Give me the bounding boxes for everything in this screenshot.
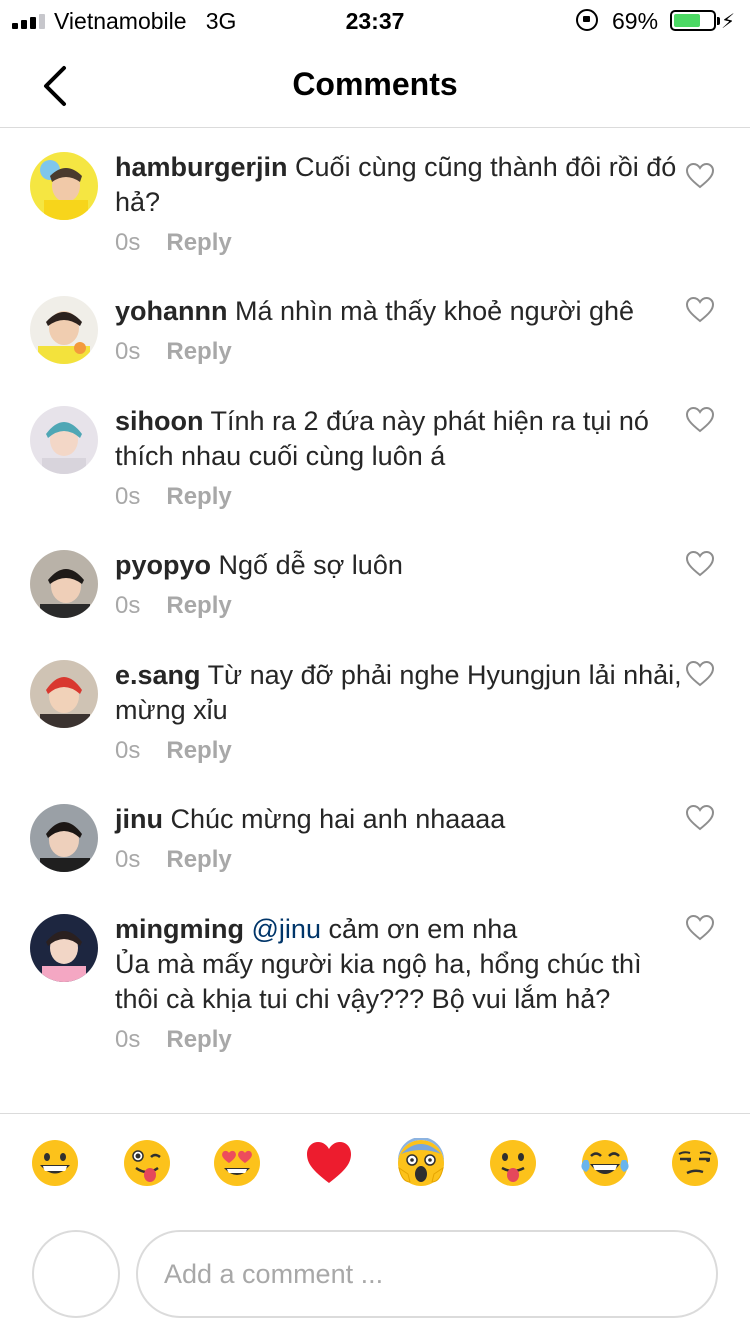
comment-time: 0s: [115, 483, 141, 510]
comment-username[interactable]: e.sang: [115, 660, 201, 690]
red-heart-emoji[interactable]: [304, 1138, 354, 1188]
divider: [0, 1113, 750, 1114]
tears-of-joy-face-emoji[interactable]: [580, 1138, 630, 1188]
composer-avatar: [32, 1230, 120, 1318]
reply-button[interactable]: Reply: [166, 338, 231, 365]
battery-icon: [670, 10, 720, 31]
heart-eyes-face-emoji[interactable]: [212, 1138, 262, 1188]
navigation-header: Comments: [0, 44, 750, 128]
comment-time: 0s: [115, 1026, 141, 1053]
comment-meta: 0s Reply: [115, 1025, 685, 1055]
unamused-face-emoji[interactable]: [670, 1138, 720, 1188]
comment-text: hamburgerjin Cuối cùng cũng thành đôi rồ…: [115, 150, 685, 258]
reply-button[interactable]: Reply: [166, 737, 231, 764]
comment-message: Má nhìn mà thấy khoẻ người ghê: [235, 296, 635, 326]
charging-bolt-icon: ⚡: [721, 11, 736, 33]
comment-text: sihoon Tính ra 2 đứa này phát hiện ra tụ…: [115, 404, 685, 512]
comment-text: yohannn Má nhìn mà thấy khoẻ người ghê 0…: [115, 294, 685, 367]
comment-meta: 0s Reply: [115, 845, 685, 875]
comment-meta: 0s Reply: [115, 736, 685, 766]
screaming-face-emoji[interactable]: [396, 1138, 446, 1188]
comment-meta: 0s Reply: [115, 337, 685, 367]
winking-tongue-face-emoji[interactable]: [122, 1138, 172, 1188]
status-bar: Vietnamobile 3G 23:37 69% ⚡: [0, 0, 750, 40]
reply-button[interactable]: Reply: [166, 483, 231, 510]
heart-icon[interactable]: [686, 407, 714, 433]
comment-username[interactable]: sihoon: [115, 406, 204, 436]
comment-time: 0s: [115, 338, 141, 365]
reply-button[interactable]: Reply: [166, 1026, 231, 1053]
reply-button[interactable]: Reply: [166, 846, 231, 873]
page-title: Comments: [292, 66, 458, 102]
comment-meta: 0s Reply: [115, 482, 685, 512]
heart-icon[interactable]: [686, 163, 714, 189]
battery-percent: 69%: [612, 8, 659, 34]
heart-icon[interactable]: [686, 297, 714, 323]
avatar[interactable]: [30, 914, 98, 982]
heart-icon[interactable]: [686, 915, 714, 941]
comment-meta: 0s Reply: [115, 591, 685, 621]
avatar[interactable]: [30, 152, 98, 220]
comment-message: cảm ơn em nha: [328, 914, 518, 944]
comment-username[interactable]: pyopyo: [115, 550, 211, 580]
comment-text: e.sang Từ nay đỡ phải nghe Hyungjun lải …: [115, 658, 685, 766]
comment-username[interactable]: mingming: [115, 914, 244, 944]
reply-button[interactable]: Reply: [166, 229, 231, 256]
comment-time: 0s: [115, 229, 141, 256]
comment-time: 0s: [115, 592, 141, 619]
comment-message: Ngố dễ sợ luôn: [218, 550, 403, 580]
avatar[interactable]: [30, 660, 98, 728]
heart-icon[interactable]: [686, 805, 714, 831]
heart-icon[interactable]: [686, 551, 714, 577]
comment-text: jinu Chúc mừng hai anh nhaaaa 0s Reply: [115, 802, 685, 875]
mention-link[interactable]: @jinu: [252, 914, 321, 944]
comment-meta: 0s Reply: [115, 228, 685, 258]
avatar[interactable]: [30, 550, 98, 618]
heart-icon[interactable]: [686, 661, 714, 687]
comment-time: 0s: [115, 846, 141, 873]
comment-message-line-2: Ủa mà mấy người kia ngộ ha, hổng chúc th…: [115, 949, 642, 1014]
add-comment-input[interactable]: [136, 1230, 718, 1318]
comment-text: pyopyo Ngố dễ sợ luôn 0s Reply: [115, 548, 685, 621]
comment-username[interactable]: hamburgerjin: [115, 152, 288, 182]
comment-text: mingming @jinu cảm ơn em nha Ủa mà mấy n…: [115, 912, 685, 1055]
avatar[interactable]: [30, 804, 98, 872]
comment-username[interactable]: yohannn: [115, 296, 228, 326]
avatar[interactable]: [30, 296, 98, 364]
avatar[interactable]: [30, 406, 98, 474]
comment-time: 0s: [115, 737, 141, 764]
rotation-lock-icon: [576, 9, 598, 31]
emoji-quick-bar: [0, 1138, 750, 1200]
grinning-face-emoji[interactable]: [30, 1138, 80, 1188]
tongue-out-face-emoji[interactable]: [488, 1138, 538, 1188]
comment-username[interactable]: jinu: [115, 804, 163, 834]
comment-message: Chúc mừng hai anh nhaaaa: [170, 804, 506, 834]
reply-button[interactable]: Reply: [166, 592, 231, 619]
